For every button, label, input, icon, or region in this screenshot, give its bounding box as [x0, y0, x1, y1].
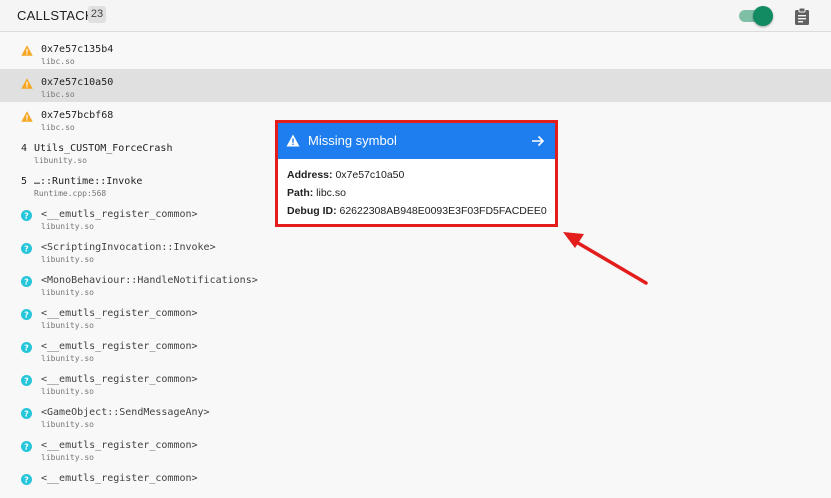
help-icon: ? [21, 408, 33, 420]
callstack-frame[interactable]: ? <GameObject::SendMessageAny>libunity.so [0, 399, 831, 432]
frame-library: libunity.so [41, 354, 94, 363]
symbolication-toggle[interactable] [739, 5, 775, 27]
path-row: Path: libc.so [287, 187, 346, 199]
help-icon: ? [21, 441, 33, 453]
frame-function: <__emutls_register_common> [41, 473, 198, 484]
frame-library: libc.so [41, 57, 75, 66]
frame-library: libunity.so [41, 255, 94, 264]
toggle-thumb [753, 6, 773, 26]
frame-library: libunity.so [41, 321, 94, 330]
help-icon: ? [21, 309, 33, 321]
callstack-frame[interactable]: ? <__emutls_register_common> [0, 465, 831, 498]
missing-symbol-popup: Missing symbol Address: 0x7e57c10a50 Pat… [275, 120, 558, 227]
callstack-title: CALLSTACK [17, 8, 94, 23]
address-value: 0x7e57c10a50 [335, 169, 405, 181]
frame-function: <__emutls_register_common> [41, 374, 198, 385]
svg-text:?: ? [24, 409, 29, 418]
callstack-frame[interactable]: ? <MonoBehaviour::HandleNotifications>lib… [0, 267, 831, 300]
address-label: Address: [287, 169, 333, 181]
frame-library: libunity.so [41, 288, 94, 297]
frame-library: libunity.so [41, 387, 94, 396]
svg-text:?: ? [24, 310, 29, 319]
frame-count-badge: 23 [88, 6, 106, 23]
arrow-right-icon[interactable] [531, 134, 545, 148]
frame-function: 0x7e57c135b4 [41, 44, 114, 55]
frame-function: <__emutls_register_common> [41, 440, 198, 451]
frame-function: 0x7e57c10a50 [41, 77, 114, 88]
frame-library: Runtime.cpp:568 [34, 189, 107, 198]
frame-library: libunity.so [41, 453, 94, 462]
popup-title: Missing symbol [308, 133, 397, 148]
help-icon: ? [21, 243, 33, 255]
frame-function: 0x7e57bcbf68 [41, 110, 114, 121]
help-icon: ? [21, 342, 33, 354]
svg-text:?: ? [24, 211, 29, 220]
svg-text:?: ? [24, 442, 29, 451]
frame-function: <__emutls_register_common> [41, 209, 198, 220]
frame-function: …::Runtime::Invoke [34, 176, 143, 187]
svg-text:?: ? [24, 475, 29, 484]
warning-icon [21, 78, 33, 90]
callstack-frame[interactable]: ? <__emutls_register_common> libunity.so [0, 432, 831, 465]
frame-function: <__emutls_register_common> [41, 308, 198, 319]
callstack-header: CALLSTACK 23 [0, 0, 831, 32]
callstack-frame[interactable]: ? <__emutls_register_common> libunity.so [0, 300, 831, 333]
frame-index: 4 [21, 143, 28, 154]
frame-function: <GameObject::SendMessageAny> [41, 407, 210, 418]
help-icon: ? [21, 375, 33, 387]
help-icon: ? [21, 210, 33, 222]
debug-id-label: Debug ID: [287, 205, 337, 217]
frame-function: <__emutls_register_common> [41, 341, 198, 352]
svg-text:?: ? [24, 343, 29, 352]
callstack-frame[interactable]: ? <__emutls_register_common> libunity.so [0, 333, 831, 366]
clipboard-icon[interactable] [794, 7, 810, 25]
svg-text:?: ? [24, 277, 29, 286]
callstack-frame[interactable]: 0x7e57c10a50 libc.so [0, 69, 831, 102]
popup-header: Missing symbol [278, 123, 555, 159]
frame-library: libunity.so [34, 156, 87, 165]
path-label: Path: [287, 187, 314, 199]
frame-library: libunity.so [41, 222, 94, 231]
warning-icon [21, 45, 33, 57]
frame-library: libc.so [41, 90, 75, 99]
frame-library: libc.so [41, 123, 75, 132]
frame-function: <ScriptingInvocation::Invoke> [41, 242, 216, 253]
debug-id-row: Debug ID: 62622308AB948E0093E3F03FD5FACD… [287, 205, 547, 217]
callstack-frame[interactable]: ? <ScriptingInvocation::Invoke>libunity.s… [0, 234, 831, 267]
frame-function: Utils_CUSTOM_ForceCrash [34, 143, 173, 154]
warning-icon [21, 111, 33, 123]
address-row: Address: 0x7e57c10a50 [287, 169, 404, 181]
frame-function: <MonoBehaviour::HandleNotifications> [41, 275, 258, 286]
warning-icon [286, 134, 300, 147]
path-value: libc.so [316, 187, 346, 199]
frame-index: 5 [21, 176, 28, 187]
svg-text:?: ? [24, 244, 29, 253]
debug-id-value: 62622308AB948E0093E3F03FD5FACDEE0 [339, 205, 547, 217]
svg-text:?: ? [24, 376, 29, 385]
callstack-frame[interactable]: 0x7e57c135b4 libc.so [0, 36, 831, 69]
help-icon: ? [21, 474, 33, 486]
frame-library: libunity.so [41, 420, 94, 429]
help-icon: ? [21, 276, 33, 288]
callstack-frame[interactable]: ? <__emutls_register_common> libunity.so [0, 366, 831, 399]
